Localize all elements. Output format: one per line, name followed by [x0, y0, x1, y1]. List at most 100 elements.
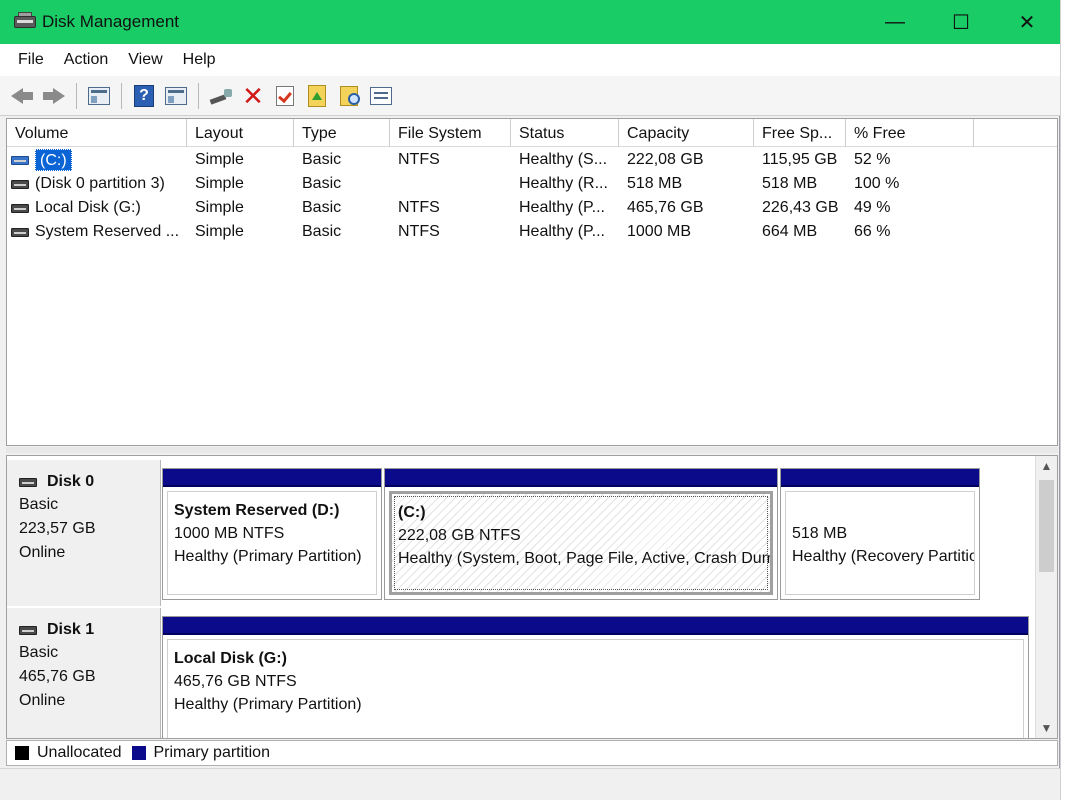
check-properties-icon: [276, 85, 294, 106]
cell-file-system: NTFS: [398, 199, 440, 216]
partition-recovery[interactable]: 518 MB Healthy (Recovery Partition): [780, 468, 980, 600]
check-button[interactable]: [271, 82, 299, 110]
column-status[interactable]: Status: [511, 119, 619, 147]
cell-percent-free: 49 %: [854, 199, 891, 216]
properties-button[interactable]: [367, 82, 395, 110]
cell-free-space: 115,95 GB: [762, 151, 838, 168]
volume-label: (Disk 0 partition 3): [35, 175, 165, 192]
help-button[interactable]: ?: [130, 82, 158, 110]
connect-button[interactable]: [207, 82, 235, 110]
column-type[interactable]: Type: [294, 119, 390, 147]
menu-help[interactable]: Help: [173, 51, 226, 69]
partition-body: System Reserved (D:) 1000 MB NTFS Health…: [167, 491, 377, 595]
cell-volume: Local Disk (G:): [7, 196, 187, 220]
primary-partition-swatch: [131, 746, 146, 760]
partition-size-fs: 518 MB: [792, 525, 848, 542]
open-button[interactable]: [303, 82, 331, 110]
column-capacity[interactable]: Capacity: [619, 119, 754, 147]
chevron-down-icon: ▼: [1040, 721, 1053, 735]
column-file-system[interactable]: File System: [390, 119, 511, 147]
partition-body: 518 MB Healthy (Recovery Partition): [785, 491, 975, 595]
partition-size-fs: 1000 MB NTFS: [174, 525, 285, 542]
forward-arrow-icon: [43, 87, 65, 104]
scroll-down-button[interactable]: ▼: [1036, 718, 1057, 738]
folder-search-icon: [340, 85, 360, 106]
cell-status: Healthy (S...: [519, 151, 608, 168]
disk-0-info[interactable]: Disk 0 Basic 223,57 GB Online: [7, 460, 161, 606]
cell-status: Healthy (P...: [519, 199, 605, 216]
delete-icon: ✕: [242, 80, 264, 111]
table-row[interactable]: (Disk 0 partition 3) Simple Basic Health…: [7, 172, 1057, 196]
partition-status: Healthy (Primary Partition): [174, 696, 362, 713]
partition-header-bar: [163, 469, 381, 487]
column-layout[interactable]: Layout: [187, 119, 294, 147]
minimize-button[interactable]: —: [862, 0, 928, 44]
cell-percent-free: 100 %: [854, 175, 900, 192]
disk-1-row[interactable]: Disk 1 Basic 465,76 GB Online Local Disk…: [7, 608, 1037, 738]
cell-status: Healthy (R...: [519, 175, 608, 192]
menu-action[interactable]: Action: [54, 51, 118, 69]
cell-volume: (Disk 0 partition 3): [7, 172, 187, 196]
toolbar: ? ✕: [0, 76, 1060, 116]
menu-view[interactable]: View: [118, 51, 172, 69]
partition-header-bar: [163, 617, 1028, 635]
table-row[interactable]: (C:) Simple Basic NTFS Healthy (S... 222…: [7, 148, 1057, 172]
disk-1-info[interactable]: Disk 1 Basic 465,76 GB Online: [7, 608, 161, 738]
column-percent-free[interactable]: % Free: [846, 119, 974, 147]
cell-file-system: [390, 172, 511, 196]
console-tree-icon: [88, 86, 110, 105]
forward-button[interactable]: [40, 82, 68, 110]
window-title: Disk Management: [42, 12, 180, 31]
drive-icon: [11, 227, 29, 237]
drive-icon: [11, 203, 29, 213]
column-volume[interactable]: Volume: [7, 119, 187, 147]
scroll-up-button[interactable]: ▲: [1036, 456, 1057, 476]
pane-splitter[interactable]: [6, 447, 1058, 453]
folder-up-icon: [308, 84, 326, 107]
disk-1-size: 465,76 GB: [19, 668, 96, 685]
cell-layout: Simple: [195, 199, 244, 216]
legend-bar: Unallocated Primary partition: [6, 740, 1058, 766]
disk-1-kind: Basic: [19, 644, 59, 661]
cell-status: Healthy (P...: [519, 223, 605, 240]
disk-0-row[interactable]: Disk 0 Basic 223,57 GB Online System Res…: [7, 460, 1037, 606]
explore-button[interactable]: [335, 82, 363, 110]
cell-file-system: NTFS: [398, 223, 440, 240]
column-free-space[interactable]: Free Sp...: [754, 119, 846, 147]
table-row[interactable]: Local Disk (G:) Simple Basic NTFS Health…: [7, 196, 1057, 220]
disk-graphical-view[interactable]: Disk 0 Basic 223,57 GB Online System Res…: [6, 455, 1058, 739]
close-button[interactable]: ✕: [994, 0, 1060, 44]
disk-1-state: Online: [19, 692, 66, 709]
disk-management-window: Disk Management — ☐ ✕ File Action View H…: [0, 0, 1060, 800]
show-hide-pane-button[interactable]: [162, 82, 190, 110]
cell-free-space: 664 MB: [762, 223, 818, 240]
system-drive-icon: [11, 155, 29, 165]
volume-list[interactable]: Volume Layout Type File System Status Ca…: [6, 118, 1058, 446]
partition-local-disk-g[interactable]: Local Disk (G:) 465,76 GB NTFS Healthy (…: [162, 616, 1029, 738]
volume-label: System Reserved ...: [35, 223, 180, 240]
cell-type: Basic: [302, 199, 342, 216]
disk-0-name: Disk 0: [47, 473, 95, 490]
show-console-tree-button[interactable]: [85, 82, 113, 110]
partition-size-fs: 222,08 GB NTFS: [398, 527, 521, 544]
partition-system-reserved[interactable]: System Reserved (D:) 1000 MB NTFS Health…: [162, 468, 382, 600]
help-icon: ?: [134, 84, 154, 107]
partition-title: System Reserved (D:): [174, 502, 340, 519]
graph-vertical-scrollbar[interactable]: ▲ ▼: [1035, 456, 1057, 738]
cell-type: Basic: [302, 175, 342, 192]
cell-capacity: 1000 MB: [627, 223, 692, 240]
back-button[interactable]: [8, 82, 36, 110]
maximize-button[interactable]: ☐: [928, 0, 994, 44]
table-row[interactable]: System Reserved ... Simple Basic NTFS He…: [7, 220, 1057, 244]
delete-button[interactable]: ✕: [239, 82, 267, 110]
partition-title: Local Disk (G:): [174, 650, 287, 667]
scroll-thumb[interactable]: [1039, 480, 1054, 572]
partition-c-drive[interactable]: (C:) 222,08 GB NTFS Healthy (System, Boo…: [384, 468, 778, 600]
cell-free-space: 518 MB: [762, 175, 818, 192]
legend-primary-partition: Primary partition: [153, 744, 270, 761]
legend-unallocated: Unallocated: [37, 744, 122, 761]
title-bar[interactable]: Disk Management — ☐ ✕: [0, 0, 1060, 44]
cell-layout: Simple: [195, 223, 244, 240]
cell-volume: (C:): [7, 148, 187, 172]
menu-file[interactable]: File: [8, 51, 54, 69]
